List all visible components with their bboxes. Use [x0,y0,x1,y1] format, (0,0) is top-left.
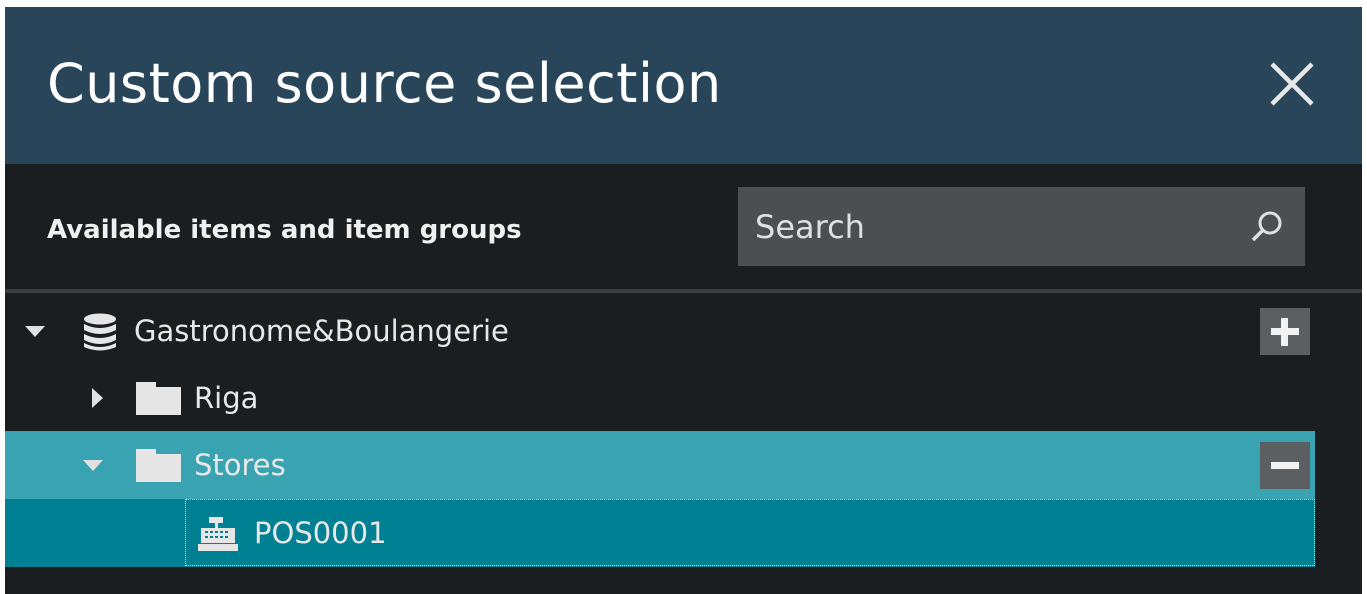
tree-node-pos0001[interactable]: POS0001 [5,499,1315,567]
search-icon[interactable] [1247,207,1287,247]
expand-arrow-icon[interactable] [92,388,103,408]
tree-node-label: POS0001 [254,516,387,550]
custom-source-dialog: Custom source selection Available items … [5,7,1362,594]
plus-icon-vertical [1281,318,1288,346]
close-icon [1270,62,1314,106]
tree-node-gastronome[interactable]: Gastronome&Boulangerie [5,297,1315,365]
tree-node-label: Riga [194,381,259,415]
cash-register-icon [198,517,238,551]
search-box[interactable] [738,187,1305,266]
dialog-title: Custom source selection [47,52,722,115]
tree-node-label: Gastronome&Boulangerie [134,314,509,348]
add-button[interactable] [1260,308,1310,355]
collapse-arrow-icon[interactable] [83,460,103,471]
remove-button[interactable] [1260,442,1310,489]
folder-icon [136,382,181,415]
tree-node-label: Stores [194,448,286,482]
close-button[interactable] [1267,59,1317,109]
collapse-arrow-icon[interactable] [25,326,45,337]
dialog-header: Custom source selection [5,7,1362,164]
tree-node-riga[interactable]: Riga [5,364,1315,432]
folder-icon [136,449,181,482]
database-icon [84,313,116,351]
tree-node-stores[interactable]: Stores [5,431,1315,499]
divider [5,289,1362,293]
available-items-label: Available items and item groups [47,215,522,245]
minus-icon [1271,462,1299,469]
search-input[interactable] [738,187,1208,266]
